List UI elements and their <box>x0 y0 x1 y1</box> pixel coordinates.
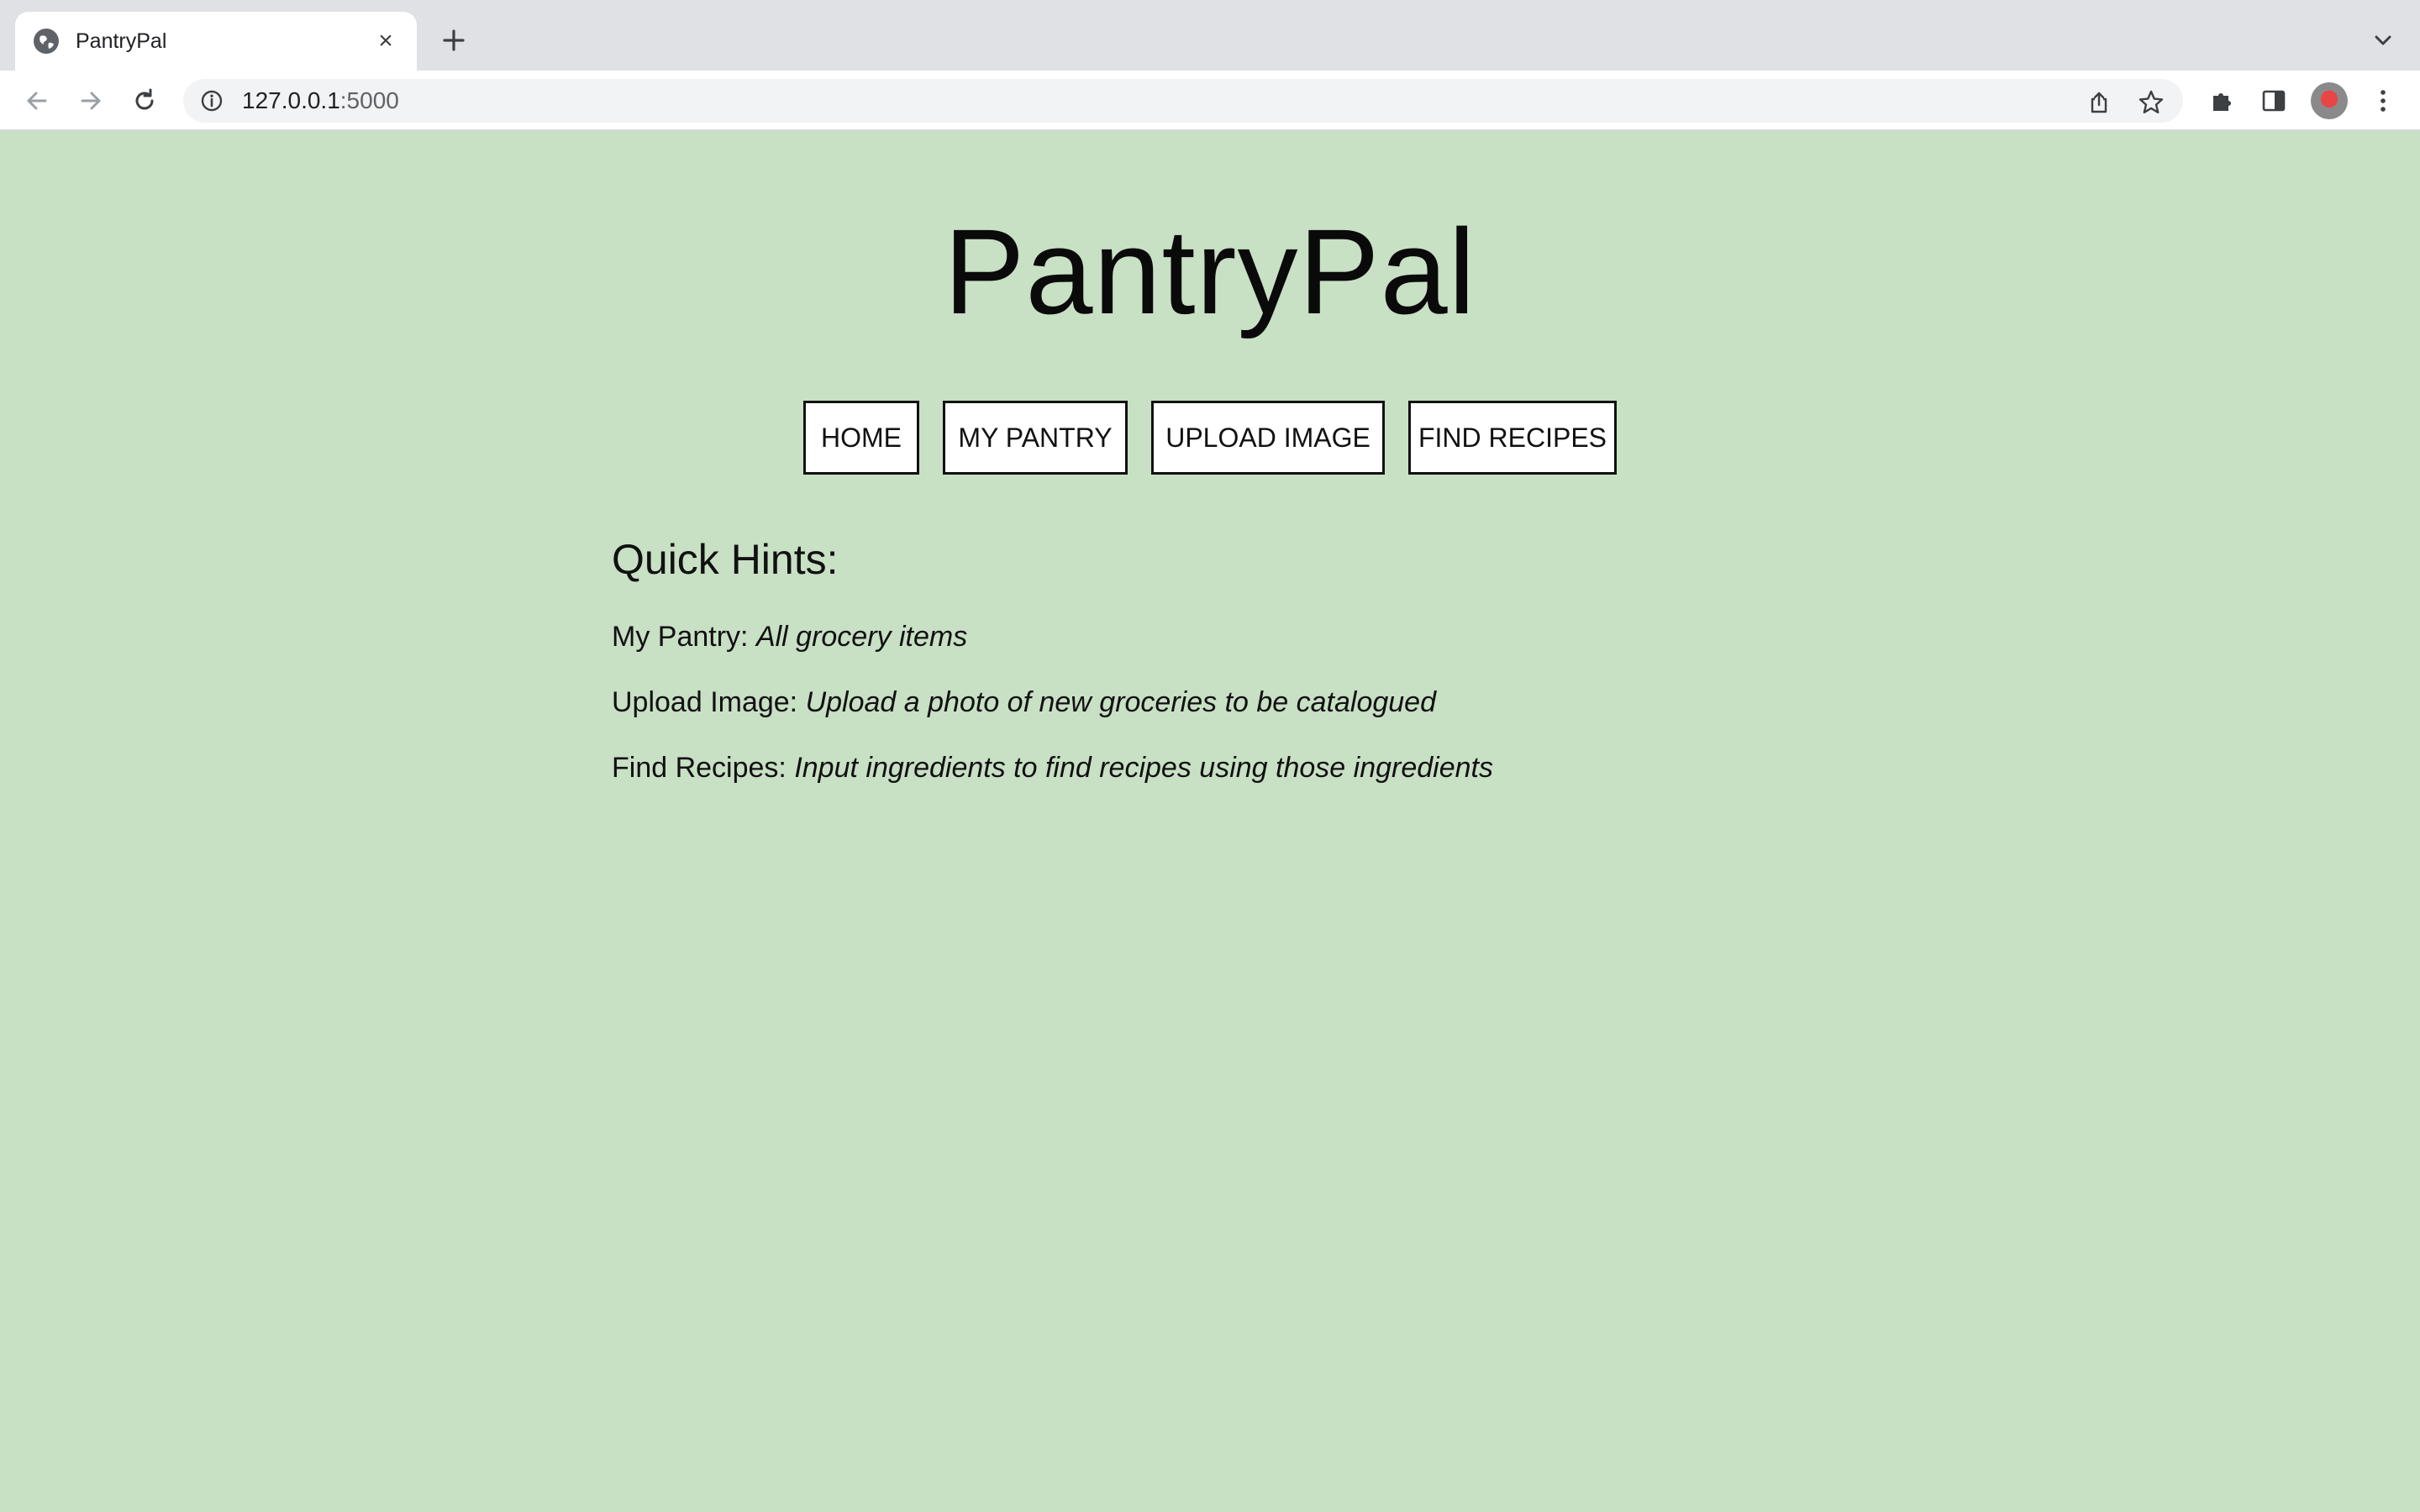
new-tab-icon[interactable] <box>437 24 471 57</box>
nav-my-pantry-button[interactable]: MY PANTRY <box>943 401 1128 475</box>
side-panel-icon[interactable] <box>2257 84 2291 118</box>
browser-tab[interactable]: PantryPal × <box>15 12 417 71</box>
tab-strip: PantryPal × <box>0 0 2420 71</box>
hint-find-recipes: Find Recipes: Input ingredients to find … <box>612 749 1872 786</box>
hint-description: Upload a photo of new groceries to be ca… <box>805 686 1437 719</box>
address-port: :5000 <box>339 87 399 113</box>
hint-label: Upload Image: <box>612 686 798 719</box>
extensions-puzzle-icon[interactable] <box>2205 84 2238 118</box>
info-icon[interactable] <box>200 89 224 113</box>
close-tab-icon[interactable]: × <box>373 27 398 55</box>
tab-title: PantryPal <box>76 29 167 53</box>
hint-label: Find Recipes: <box>612 752 786 785</box>
address-host: 127.0.0.1 <box>242 87 340 113</box>
forward-arrow-icon[interactable] <box>74 84 108 118</box>
share-icon[interactable] <box>2082 86 2116 119</box>
more-menu-icon[interactable] <box>2366 84 2400 118</box>
hint-upload-image: Upload Image: Upload a photo of new groc… <box>612 684 1872 721</box>
profile-avatar[interactable] <box>2311 82 2348 119</box>
quick-hints-heading: Quick Hints: <box>612 536 839 583</box>
hint-description: Input ingredients to find recipes using … <box>794 752 1493 785</box>
bookmark-star-icon[interactable] <box>2134 86 2168 119</box>
quick-hints: Quick Hints: My Pantry: All grocery item… <box>612 534 1872 816</box>
reload-icon[interactable] <box>128 84 161 118</box>
address-url: 127.0.0.1:5000 <box>242 87 399 114</box>
nav-find-recipes-button[interactable]: FIND RECIPES <box>1408 401 1617 475</box>
globe-icon <box>34 29 59 54</box>
nav-upload-image-button[interactable]: UPLOAD IMAGE <box>1151 401 1385 475</box>
page-content: PantryPal HOME MY PANTRY UPLOAD IMAGE FI… <box>0 131 2420 1512</box>
hint-my-pantry: My Pantry: All grocery items <box>612 618 1872 655</box>
chevron-down-icon[interactable] <box>2368 25 2398 55</box>
browser-toolbar: 127.0.0.1:5000 <box>0 71 2420 131</box>
hint-description: All grocery items <box>755 621 968 653</box>
site-title: PantryPal <box>944 204 1476 339</box>
nav-home-button[interactable]: HOME <box>803 401 919 475</box>
main-nav: HOME MY PANTRY UPLOAD IMAGE FIND RECIPES <box>0 401 2420 475</box>
address-bar[interactable]: 127.0.0.1:5000 <box>183 79 2183 123</box>
back-arrow-icon[interactable] <box>20 84 54 118</box>
hint-label: My Pantry: <box>612 621 749 653</box>
